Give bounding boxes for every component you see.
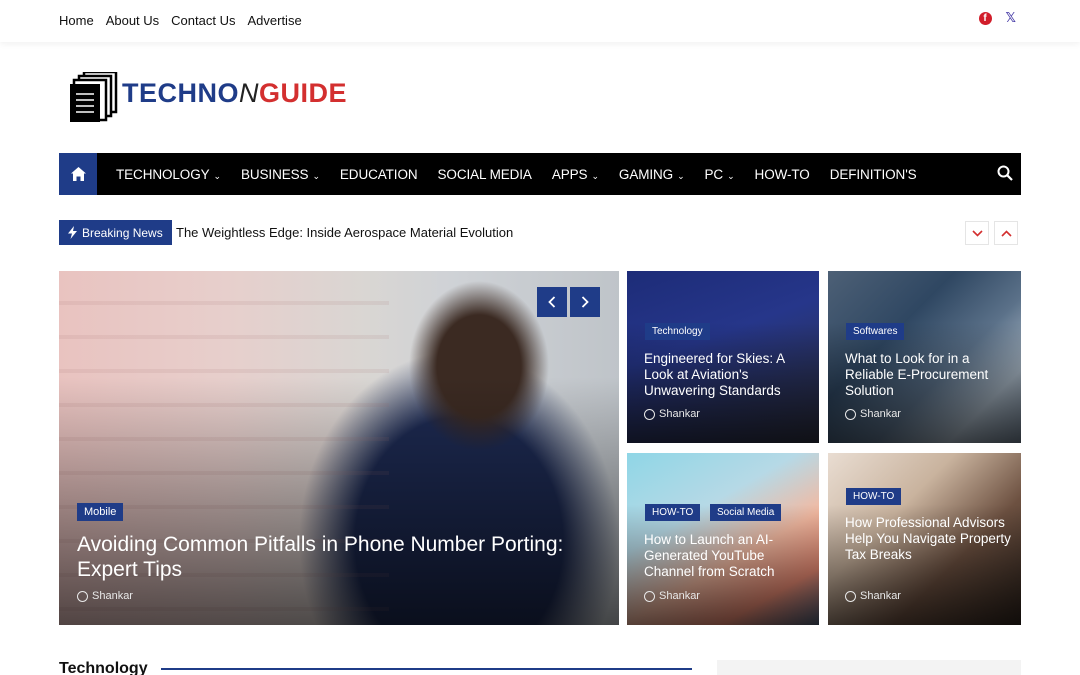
nav-item-social-media[interactable]: SOCIAL MEDIA [428, 167, 542, 182]
side-card-4-title[interactable]: How Professional Advisors Help You Navig… [845, 515, 1017, 563]
side-card-3-badge-1[interactable]: HOW-TO [645, 504, 701, 521]
nav-item-label: SOCIAL MEDIA [437, 166, 532, 182]
hero-card[interactable]: Mobile Avoiding Common Pitfalls in Phone… [59, 271, 619, 625]
top-nav-home[interactable]: Home [59, 13, 94, 28]
nav-item-label: DEFINITION'S [829, 166, 917, 182]
top-nav: Home About Us Contact Us Advertise [59, 13, 302, 28]
nav-item-technology[interactable]: TECHNOLOGY ⌄ [106, 167, 231, 182]
home-button[interactable] [59, 153, 97, 195]
search-icon[interactable] [997, 165, 1013, 181]
nav-item-label: EDUCATION [339, 166, 418, 182]
section-divider [161, 668, 692, 670]
chevron-right-icon [581, 296, 589, 308]
x-icon[interactable]: 𝕏 [1006, 10, 1016, 26]
top-bar: Home About Us Contact Us Advertise f 𝕏 [0, 0, 1080, 42]
hero-author-name: Shankar [92, 590, 133, 602]
side-card-2-title[interactable]: What to Look for in a Reliable E-Procure… [845, 351, 1015, 399]
chevron-down-icon: ⌄ [727, 170, 735, 181]
home-icon [70, 167, 86, 181]
side-card-3-author[interactable]: Shankar [644, 590, 700, 602]
breaking-next-button[interactable] [965, 221, 989, 245]
nav-item-education[interactable]: EDUCATION [330, 167, 428, 182]
logo-text: TECHNONGUIDE [122, 78, 347, 109]
bolt-icon [68, 226, 77, 239]
side-card-4[interactable]: HOW-TO How Professional Advisors Help Yo… [828, 453, 1021, 625]
nav-item-label: TECHNOLOGY [116, 166, 210, 182]
breaking-news-bar: Breaking News The Weightless Edge: Insid… [59, 220, 1021, 246]
side-card-3-badge-2[interactable]: Social Media [710, 504, 782, 521]
main-nav: TECHNOLOGY ⌄ BUSINESS ⌄ EDUCATION SOCIAL MEDI… [59, 153, 1021, 195]
side-card-2-author[interactable]: Shankar [845, 408, 901, 420]
top-nav-advertise[interactable]: Advertise [247, 13, 301, 28]
sidebar-widget [717, 660, 1021, 675]
facebook-icon[interactable]: f [978, 11, 992, 25]
chevron-down-icon: ⌄ [213, 170, 222, 181]
nav-item-label: HOW-TO [754, 166, 810, 182]
side-card-1-author-name: Shankar [659, 408, 700, 420]
user-icon [845, 590, 856, 602]
nav-item-how-to[interactable]: HOW-TO [745, 167, 820, 182]
top-nav-contact[interactable]: Contact Us [171, 13, 235, 28]
slider-next-button[interactable] [570, 287, 600, 317]
hero-badge[interactable]: Mobile [77, 503, 124, 521]
side-card-1-title[interactable]: Engineered for Skies: A Look at Aviation… [644, 351, 814, 399]
breaking-news-label: Breaking News [59, 220, 172, 245]
site-logo[interactable]: TECHNONGUIDE [70, 70, 360, 124]
logo-guide: GUIDE [259, 78, 348, 108]
breaking-news-label-text: Breaking News [82, 225, 163, 240]
hero-title[interactable]: Avoiding Common Pitfalls in Phone Number… [77, 533, 597, 583]
side-card-3[interactable]: HOW-TO Social Media How to Launch an AI-… [627, 453, 819, 625]
side-card-1-badge[interactable]: Technology [645, 323, 710, 340]
user-icon [644, 590, 655, 602]
nav-item-gaming[interactable]: GAMING ⌄ [609, 167, 695, 182]
nav-item-label: APPS [551, 166, 588, 182]
side-card-2-badge[interactable]: Softwares [846, 323, 905, 340]
chevron-down-icon: ⌄ [312, 170, 320, 181]
nav-item-label: GAMING [618, 166, 674, 182]
side-card-3-title[interactable]: How to Launch an AI-Generated YouTube Ch… [644, 532, 816, 580]
slider-prev-button[interactable] [537, 287, 567, 317]
side-card-1[interactable]: Technology Engineered for Skies: A Look … [627, 271, 819, 443]
breaking-prev-button[interactable] [994, 221, 1018, 245]
chevron-up-icon [1000, 229, 1012, 237]
user-icon [845, 408, 856, 420]
chevron-left-icon [548, 296, 556, 308]
chevron-down-icon [971, 229, 983, 237]
nav-item-pc[interactable]: PC ⌄ [695, 167, 745, 182]
social-links: f 𝕏 [978, 10, 1016, 26]
top-nav-about[interactable]: About Us [106, 13, 159, 28]
nav-item-label: PC [704, 166, 724, 182]
nav-item-business[interactable]: BUSINESS ⌄ [231, 167, 330, 182]
chevron-down-icon: ⌄ [591, 170, 599, 181]
side-card-2[interactable]: Softwares What to Look for in a Reliable… [828, 271, 1021, 443]
logo-book-icon [70, 70, 118, 122]
side-card-2-author-name: Shankar [860, 408, 901, 420]
side-card-4-author[interactable]: Shankar [845, 590, 901, 602]
logo-techno: TECHNO [122, 78, 239, 108]
user-icon [644, 408, 655, 420]
nav-item-definition-s[interactable]: DEFINITION'S [820, 167, 927, 182]
side-card-4-badge[interactable]: HOW-TO [846, 488, 902, 505]
user-icon [77, 590, 88, 602]
breaking-news-headline[interactable]: The Weightless Edge: Inside Aerospace Ma… [176, 225, 513, 240]
hero-author[interactable]: Shankar [77, 590, 133, 602]
logo-n: N [239, 78, 259, 108]
side-card-1-author[interactable]: Shankar [644, 408, 700, 420]
nav-item-label: BUSINESS [240, 166, 309, 182]
side-card-3-author-name: Shankar [659, 590, 700, 602]
side-card-4-author-name: Shankar [860, 590, 901, 602]
section-title: Technology [59, 660, 148, 675]
nav-item-apps[interactable]: APPS ⌄ [542, 167, 609, 182]
chevron-down-icon: ⌄ [677, 170, 685, 181]
nav-items: TECHNOLOGY ⌄ BUSINESS ⌄ EDUCATION SOCIAL MEDI… [106, 167, 927, 182]
